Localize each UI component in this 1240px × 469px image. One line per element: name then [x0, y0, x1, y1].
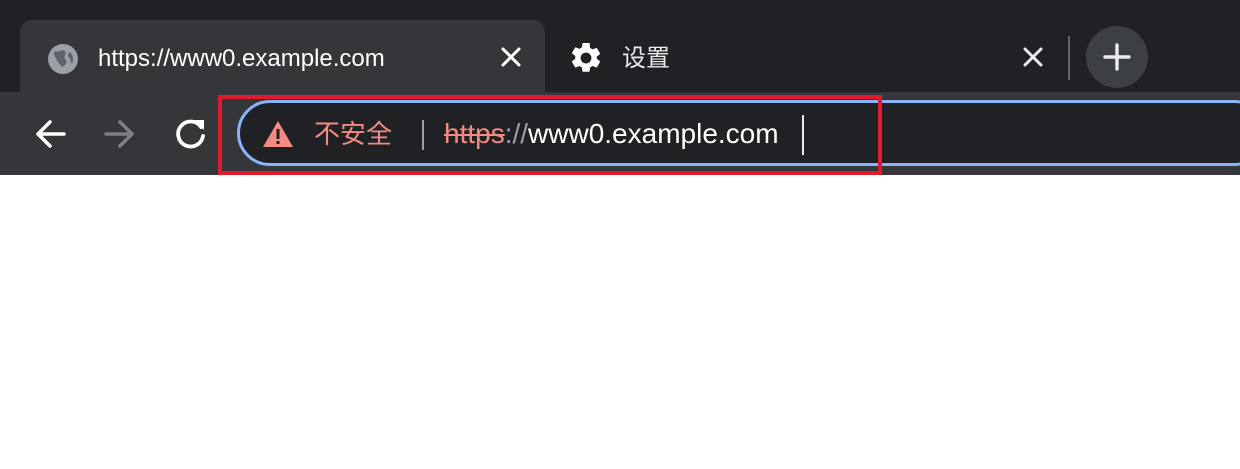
- tab-settings[interactable]: 设置: [550, 20, 1065, 92]
- close-icon[interactable]: [1016, 40, 1050, 74]
- annotation-highlight-box: [218, 95, 882, 175]
- back-arrow-icon[interactable]: [30, 114, 70, 154]
- page-content: [0, 175, 1240, 469]
- close-icon[interactable]: [494, 40, 528, 74]
- reload-icon[interactable]: [170, 114, 210, 154]
- gear-icon: [568, 40, 604, 76]
- tab-active[interactable]: https://www0.example.com: [20, 20, 545, 100]
- tab-strip: https://www0.example.com 设置: [0, 0, 1240, 100]
- forward-arrow-icon[interactable]: [100, 114, 140, 154]
- tab-title: https://www0.example.com: [98, 45, 385, 72]
- tab-title: 设置: [622, 45, 670, 72]
- plus-icon: [1103, 43, 1131, 71]
- tab-divider: [1068, 36, 1070, 80]
- new-tab-button[interactable]: [1086, 26, 1148, 88]
- globe-icon: [46, 42, 80, 76]
